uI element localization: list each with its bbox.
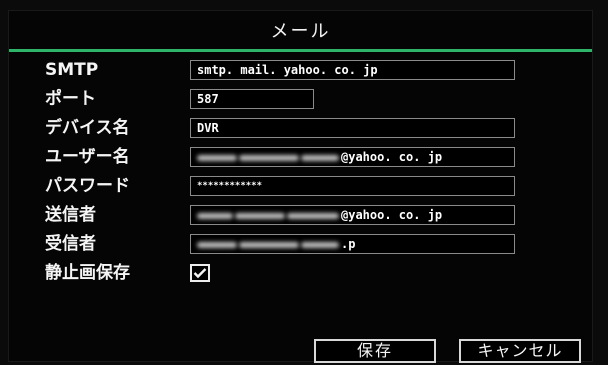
blurred-text <box>197 212 233 219</box>
blurred-text <box>239 241 299 248</box>
blurred-text <box>235 212 285 219</box>
password-input[interactable]: ************ <box>190 176 515 196</box>
recipient-input[interactable]: .p <box>190 234 515 254</box>
blurred-text <box>301 241 339 248</box>
checkmark-icon <box>193 268 207 279</box>
recipient-label: 受信者 <box>45 234 96 254</box>
save-button[interactable]: 保存 <box>314 339 436 363</box>
cancel-button[interactable]: キャンセル <box>459 339 581 363</box>
blurred-text <box>239 154 299 161</box>
port-label: ポート <box>45 89 96 109</box>
blurred-text <box>301 154 339 161</box>
sender-row: 送信者 @yahoo. co. jp <box>45 202 565 228</box>
device-name-label: デバイス名 <box>45 118 130 138</box>
smtp-label: SMTP <box>45 60 99 80</box>
port-row: ポート 587 <box>45 86 565 112</box>
recipient-row: 受信者 .p <box>45 231 565 257</box>
save-snapshot-label: 静止画保存 <box>45 263 130 283</box>
password-row: パスワード ************ <box>45 173 565 199</box>
smtp-row: SMTP smtp. mail. yahoo. co. jp <box>45 57 565 83</box>
blurred-text <box>197 241 237 248</box>
user-name-input[interactable]: @yahoo. co. jp <box>190 147 515 167</box>
user-name-label: ユーザー名 <box>45 147 130 167</box>
blurred-text <box>197 154 237 161</box>
smtp-input[interactable]: smtp. mail. yahoo. co. jp <box>190 60 515 80</box>
save-snapshot-row: 静止画保存 <box>45 260 565 286</box>
device-name-row: デバイス名 DVR <box>45 115 565 141</box>
sender-domain: @yahoo. co. jp <box>341 208 443 222</box>
sender-input[interactable]: @yahoo. co. jp <box>190 205 515 225</box>
port-input[interactable]: 587 <box>190 89 314 109</box>
blurred-text <box>287 212 339 219</box>
title-divider <box>9 49 592 52</box>
sender-label: 送信者 <box>45 205 96 225</box>
user-name-domain: @yahoo. co. jp <box>341 150 443 164</box>
user-name-row: ユーザー名 @yahoo. co. jp <box>45 144 565 170</box>
dialog-title: メール <box>270 21 331 42</box>
recipient-suffix: .p <box>341 237 356 251</box>
save-snapshot-checkbox[interactable] <box>190 264 210 282</box>
password-label: パスワード <box>45 176 130 196</box>
email-settings-dialog: メール SMTP smtp. mail. yahoo. co. jp ポート 5… <box>8 10 593 363</box>
device-name-input[interactable]: DVR <box>190 118 515 138</box>
